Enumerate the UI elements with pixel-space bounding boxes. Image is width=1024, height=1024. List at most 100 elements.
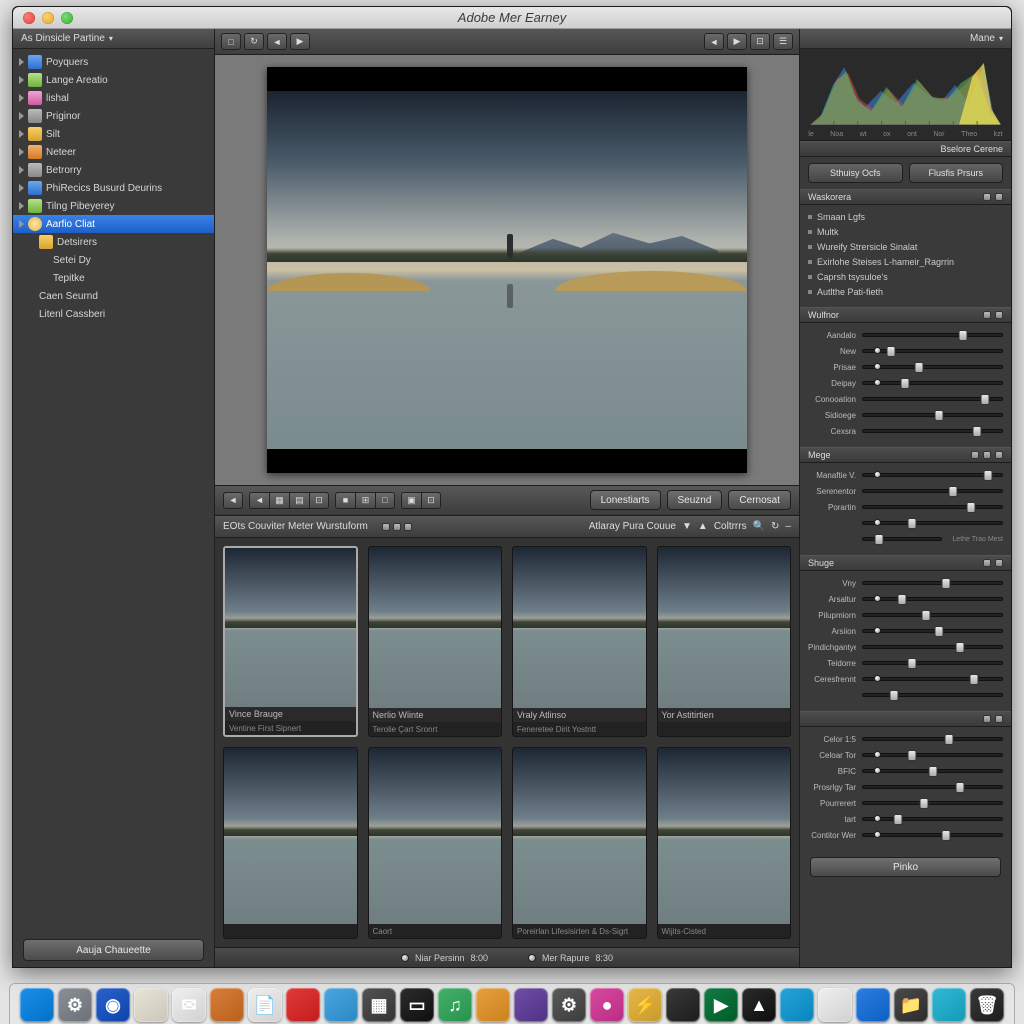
dock-app-icon[interactable]: ⚙ [552, 988, 586, 1022]
preset-item[interactable]: Wureify Strersicle Sinalat [808, 239, 1003, 254]
slider[interactable]: Vny [808, 575, 1003, 591]
triangle-down-icon[interactable]: ▼ [682, 521, 692, 532]
filter-icon[interactable]: ▲ [698, 521, 708, 532]
view-mode-button[interactable]: ▣ [401, 492, 421, 509]
dock-app-icon[interactable] [780, 988, 814, 1022]
view-option-icon[interactable] [404, 523, 412, 531]
sidebar-item[interactable]: Poyquers [13, 53, 214, 71]
toggle-icon[interactable] [983, 715, 991, 723]
close-icon[interactable]: – [785, 521, 791, 532]
sidebar-item[interactable]: Neteer [13, 143, 214, 161]
dock-app-icon[interactable] [324, 988, 358, 1022]
apply-button[interactable]: Pinko [810, 857, 1001, 877]
sidebar-item[interactable]: Betrorry [13, 161, 214, 179]
toolbar-button[interactable]: ◄ [267, 33, 287, 50]
action-button-2[interactable]: Seuznd [667, 490, 723, 510]
slider[interactable]: tart [808, 811, 1003, 827]
footer-knob-b[interactable] [528, 954, 536, 962]
preset-item[interactable]: Caprsh tsysuloe's [808, 269, 1003, 284]
toolbar-button[interactable]: ↻ [244, 33, 264, 50]
slider[interactable]: Cexsra [808, 423, 1003, 439]
dock-app-icon[interactable]: ▭ [400, 988, 434, 1022]
nav-prev-button[interactable]: ◄ [223, 492, 243, 509]
section-merge-header[interactable]: Mege [800, 447, 1011, 463]
section-color-header[interactable] [800, 711, 1011, 727]
preset-item[interactable]: Smaan Lgfs [808, 209, 1003, 224]
action-button-3[interactable]: Cernosat [728, 490, 791, 510]
dock-app-icon[interactable] [476, 988, 510, 1022]
toolbar-button[interactable]: ⊡ [750, 33, 770, 50]
dock-app-icon[interactable]: ♫ [438, 988, 472, 1022]
view-mode-button[interactable]: ⊡ [309, 492, 329, 509]
variation-thumbnail[interactable]: Caort [368, 747, 503, 939]
dock-app-icon[interactable] [932, 988, 966, 1022]
panel-icon[interactable] [995, 715, 1003, 723]
panel-icon[interactable] [995, 451, 1003, 459]
slider[interactable]: Celoar Tor [808, 747, 1003, 763]
slider[interactable] [808, 515, 1003, 531]
view-option-icon[interactable] [382, 523, 390, 531]
preset-item[interactable]: Exirlohe Steises L-hameir_Ragrrin [808, 254, 1003, 269]
slider[interactable]: New [808, 343, 1003, 359]
sidebar-header[interactable]: As Dinsicle Partine▾ [13, 29, 214, 49]
sidebar-item[interactable]: Caen Seurnd [13, 287, 214, 305]
footer-knob-a[interactable] [401, 954, 409, 962]
dock-app-icon[interactable] [210, 988, 244, 1022]
slider[interactable]: Sidioege [808, 407, 1003, 423]
slider[interactable]: Arsaltur [808, 591, 1003, 607]
search-icon[interactable]: 🔍 [753, 521, 765, 532]
dock-app-icon[interactable]: ▦ [362, 988, 396, 1022]
sidebar-item[interactable]: Silt [13, 125, 214, 143]
toolbar-button[interactable]: ◄ [704, 33, 724, 50]
sidebar-item[interactable]: Priginor [13, 107, 214, 125]
dock-app-icon[interactable] [666, 988, 700, 1022]
slider[interactable]: Teidorre [808, 655, 1003, 671]
view-mode-button[interactable]: ▦ [269, 492, 289, 509]
view-mode-button[interactable]: ⊡ [421, 492, 441, 509]
variation-thumbnail[interactable]: Nerlio WiinteTerolie Çart Sronrt [368, 546, 503, 738]
variation-thumbnail[interactable]: Poreirlan Lifesisirten & Ds-Sigrt [512, 747, 647, 939]
dock-app-icon[interactable] [514, 988, 548, 1022]
slider[interactable]: Pourrerert [808, 795, 1003, 811]
dock-app-icon[interactable]: 📁 [894, 988, 928, 1022]
sidebar-item[interactable]: Setei Dy [13, 251, 214, 269]
variation-thumbnail[interactable]: Vince BraugeVentine First Sipnert [223, 546, 358, 738]
panel-icon[interactable] [995, 559, 1003, 567]
sidebar-item[interactable]: lishal [13, 89, 214, 107]
sidebar-item[interactable]: Tilng Pibeyerey [13, 197, 214, 215]
sidebar-item[interactable]: Tepitke [13, 269, 214, 287]
link-icon[interactable] [983, 451, 991, 459]
panel-icon[interactable] [995, 311, 1003, 319]
toolbar-button[interactable]: ☰ [773, 33, 793, 50]
slider[interactable]: Ceresfrennt [808, 671, 1003, 687]
slider[interactable]: Pindichgantye [808, 639, 1003, 655]
dock-app-icon[interactable]: 🗑 [970, 988, 1004, 1022]
dock-app-icon[interactable]: ⚙ [58, 988, 92, 1022]
dock-app-icon[interactable]: ▲ [742, 988, 776, 1022]
view-mode-button[interactable]: ▤ [289, 492, 309, 509]
slider[interactable]: Prisae [808, 359, 1003, 375]
sidebar-item[interactable]: Aarfio Cliat [13, 215, 214, 233]
toggle-icon[interactable] [983, 193, 991, 201]
dock-app-icon[interactable] [856, 988, 890, 1022]
dock-app-icon[interactable]: ● [590, 988, 624, 1022]
slider[interactable]: Lethe Trao Mest [808, 531, 1003, 547]
section-presets-header[interactable]: Waskorera [800, 189, 1011, 205]
sidebar-bottom-button[interactable]: Aauja Chaueette [23, 939, 204, 961]
dock-app-icon[interactable]: ✉ [172, 988, 206, 1022]
action-button-1[interactable]: Lonestiarts [590, 490, 661, 510]
preset-item[interactable]: Multk [808, 224, 1003, 239]
slider[interactable]: Celor 1:5 [808, 731, 1003, 747]
section-basic-header[interactable]: Wulfnor [800, 307, 1011, 323]
dock-app-icon[interactable] [134, 988, 168, 1022]
panel-icon[interactable] [995, 193, 1003, 201]
slider[interactable]: Pilupmiorn [808, 607, 1003, 623]
preview-viewport[interactable] [215, 55, 799, 486]
view-mode-button[interactable]: ◄ [249, 492, 269, 509]
dock-app-icon[interactable] [818, 988, 852, 1022]
dock-app-icon[interactable]: ◉ [96, 988, 130, 1022]
dock-app-icon[interactable]: ▶ [704, 988, 738, 1022]
view-mode-button[interactable]: ■ [335, 492, 355, 509]
view-mode-button[interactable]: ⊞ [355, 492, 375, 509]
sidebar-item[interactable]: Lange Areatio [13, 71, 214, 89]
